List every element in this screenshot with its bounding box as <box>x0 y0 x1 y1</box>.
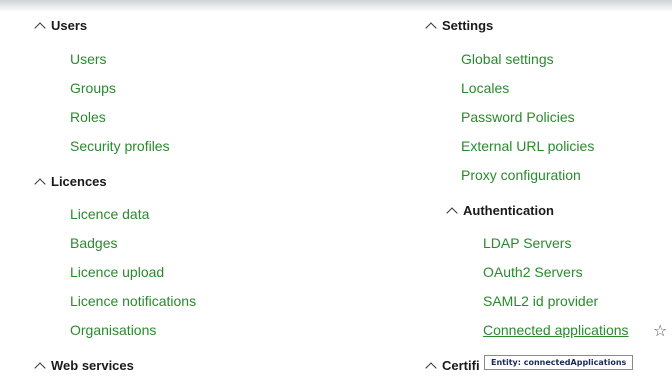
chevron-up-icon <box>34 21 46 34</box>
menu-link-licence-upload[interactable]: Licence upload <box>70 264 164 280</box>
menu-link-groups[interactable]: Groups <box>70 80 116 96</box>
menu-link-proxy-configuration[interactable]: Proxy configuration <box>461 167 581 183</box>
top-shadow <box>0 0 672 12</box>
section-settings-header[interactable]: Settings <box>425 18 494 34</box>
section-certificates-header[interactable]: Certifi <box>425 358 480 374</box>
chevron-up-icon <box>446 206 458 219</box>
menu-link-licence-notifications[interactable]: Licence notifications <box>70 293 196 309</box>
menu-link-saml2-id-provider[interactable]: SAML2 id provider <box>483 293 598 309</box>
menu-link-global-settings[interactable]: Global settings <box>461 51 554 67</box>
chevron-up-icon <box>425 361 437 374</box>
section-certificates-title-partial: Certifi <box>442 358 480 373</box>
section-web-services-title: Web services <box>51 358 134 373</box>
chevron-up-icon <box>34 361 46 374</box>
section-users-title: Users <box>51 18 88 33</box>
section-users-header[interactable]: Users <box>34 18 88 34</box>
section-authentication-header[interactable]: Authentication <box>446 203 554 219</box>
menu-link-connected-applications[interactable]: Connected applications <box>483 322 629 338</box>
menu-link-password-policies[interactable]: Password Policies <box>461 109 575 125</box>
chevron-up-icon <box>34 177 46 190</box>
section-authentication-title: Authentication <box>463 203 554 218</box>
section-licences-header[interactable]: Licences <box>34 174 107 190</box>
menu-link-badges[interactable]: Badges <box>70 235 117 251</box>
menu-link-security-profiles[interactable]: Security profiles <box>70 138 170 154</box>
menu-link-locales[interactable]: Locales <box>461 80 509 96</box>
menu-link-roles[interactable]: Roles <box>70 109 106 125</box>
menu-link-ldap-servers[interactable]: LDAP Servers <box>483 235 571 251</box>
section-web-services-header[interactable]: Web services <box>34 358 134 374</box>
menu-link-organisations[interactable]: Organisations <box>70 322 156 338</box>
entity-tooltip: Entity: connectedApplications <box>484 355 634 370</box>
chevron-up-icon <box>425 21 437 34</box>
menu-link-external-url-policies[interactable]: External URL policies <box>461 138 594 154</box>
section-licences-title: Licences <box>51 174 107 189</box>
menu-link-licence-data[interactable]: Licence data <box>70 206 149 222</box>
section-settings-title: Settings <box>442 18 494 33</box>
menu-link-users[interactable]: Users <box>70 51 107 67</box>
star-outline-icon[interactable]: ☆ <box>653 321 667 341</box>
menu-link-oauth2-servers[interactable]: OAuth2 Servers <box>483 264 583 280</box>
